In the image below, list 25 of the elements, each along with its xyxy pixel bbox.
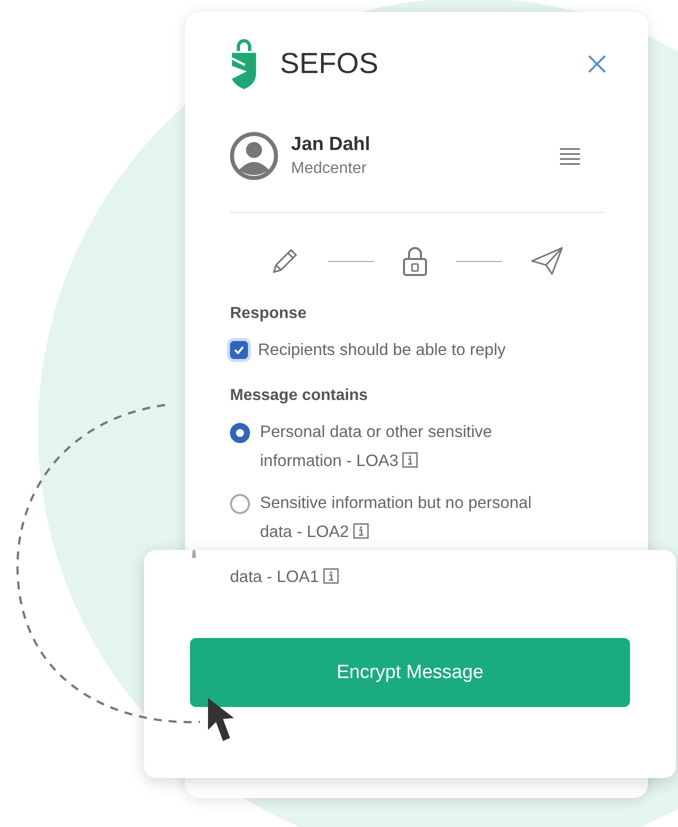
- logo-text: SEFOS: [280, 48, 378, 80]
- info-icon[interactable]: [322, 568, 339, 584]
- user-organization: Medcenter: [291, 160, 368, 178]
- cursor-icon: [208, 698, 234, 741]
- shield-envelope-icon: [230, 38, 258, 90]
- lock-icon: [402, 245, 428, 277]
- option-label: Sensitive information but no personal data - LOA2: [260, 493, 532, 543]
- menu-icon[interactable]: [560, 146, 580, 166]
- checkbox[interactable]: [230, 341, 248, 359]
- send-icon: [530, 246, 564, 276]
- section-heading: Response: [230, 305, 308, 323]
- close-icon[interactable]: [588, 55, 606, 73]
- info-icon[interactable]: [352, 523, 369, 539]
- user-name: Jan Dahl: [291, 134, 372, 156]
- section-heading: Message contains: [230, 387, 369, 405]
- radio-button[interactable]: [230, 423, 250, 443]
- option-label: Recipients should be able to reply: [258, 340, 506, 361]
- encrypt-button[interactable]: Encrypt Message: [190, 638, 630, 707]
- check-icon: [233, 344, 245, 356]
- avatar-icon: [230, 132, 278, 180]
- pencil-icon: [270, 246, 300, 276]
- option-label: Personal data or other sensitive information - LOA3: [260, 422, 494, 472]
- info-icon[interactable]: [402, 452, 418, 468]
- radio-button[interactable]: [230, 494, 250, 514]
- option-label: data - LOA1: [230, 563, 339, 592]
